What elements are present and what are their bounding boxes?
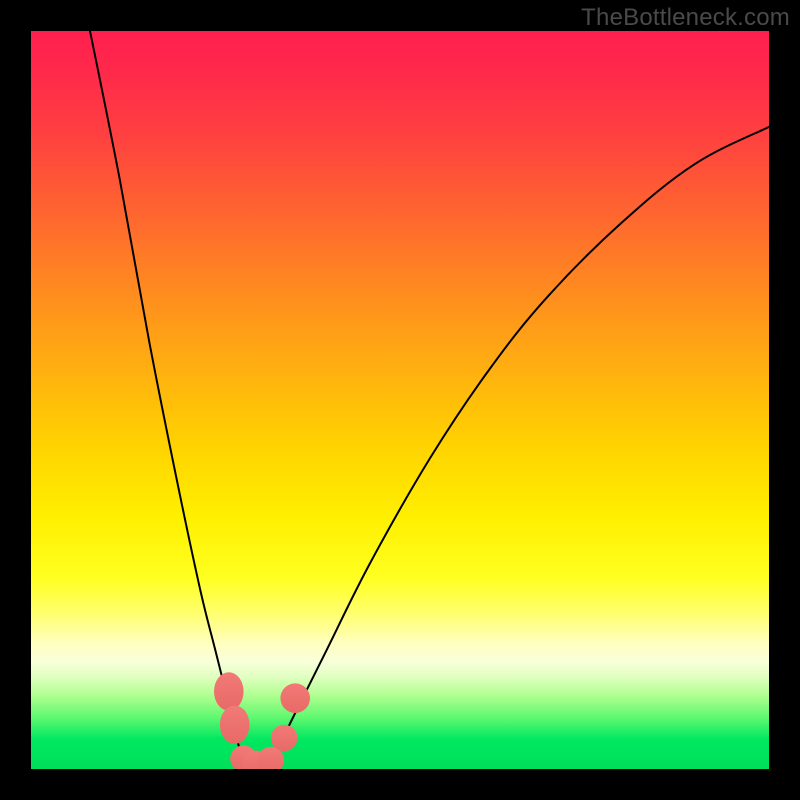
curve-marker — [280, 683, 310, 713]
chart-svg — [31, 31, 769, 769]
bottleneck-curve — [90, 31, 769, 769]
curve-marker — [220, 706, 250, 744]
plot-area — [31, 31, 769, 769]
chart-frame: TheBottleneck.com — [0, 0, 800, 800]
curve-markers — [214, 672, 310, 769]
curve-marker — [214, 672, 244, 710]
watermark: TheBottleneck.com — [581, 4, 790, 32]
curve-marker — [271, 725, 298, 752]
